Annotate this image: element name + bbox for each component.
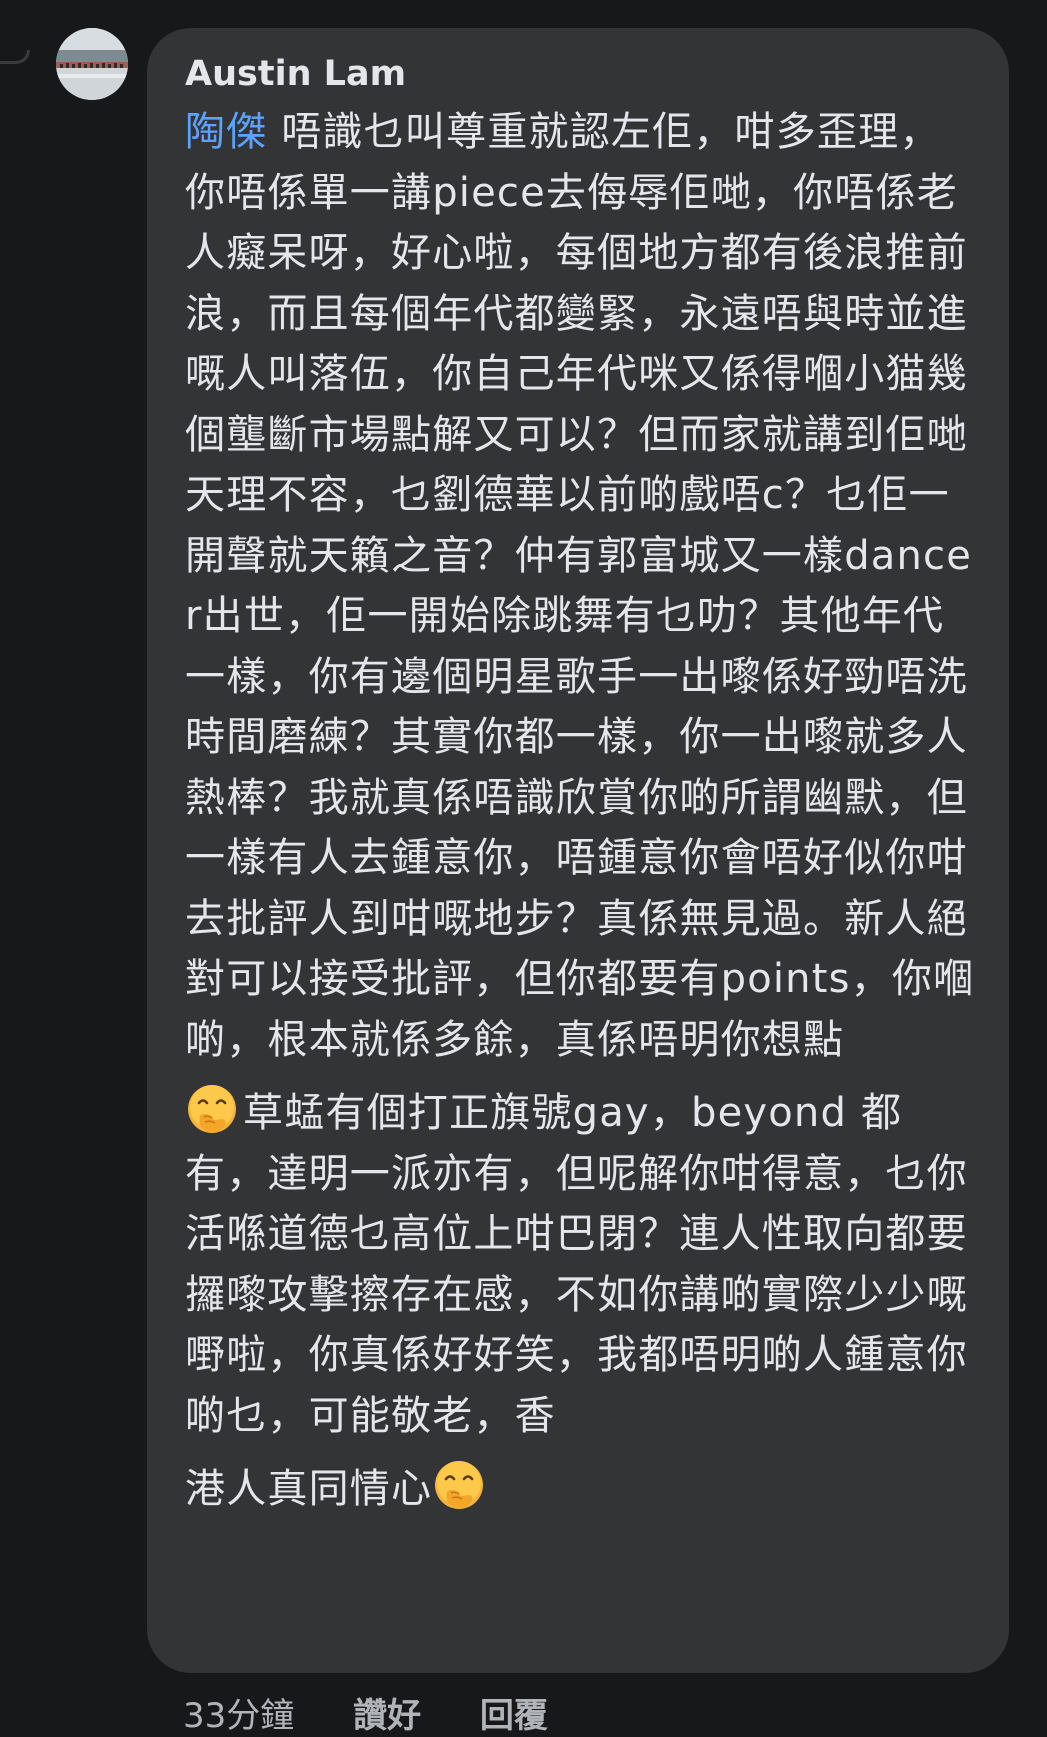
- comment-timestamp[interactable]: 33分鐘: [183, 1696, 294, 1736]
- comment-paragraph-3: 港人真同情心: [185, 1458, 977, 1520]
- face-with-hand-over-mouth-icon: [185, 1082, 239, 1136]
- comment-paragraph-1: 陶傑 唔識乜叫尊重就認左佢，咁多歪理，你唔係單一講piece去侮辱佢哋，你唔係老…: [185, 102, 977, 1070]
- avatar[interactable]: [56, 28, 128, 100]
- comment-text-3: 港人真同情心: [185, 1466, 433, 1512]
- face-with-hand-over-mouth-icon: [432, 1458, 486, 1512]
- mention-tag[interactable]: 陶傑: [185, 109, 267, 155]
- thread-connector-line: [0, 50, 30, 64]
- comment-author-name[interactable]: Austin Lam: [185, 50, 977, 98]
- comment-bubble: Austin Lam 陶傑 唔識乜叫尊重就認左佢，咁多歪理，你唔係單一講piec…: [147, 28, 1009, 1673]
- comment-paragraph-2: 草蜢有個打正旗號gay，beyond 都有，達明一派亦有，但呢解你咁得意，乜你活…: [185, 1082, 977, 1446]
- comment-text-2: 草蜢有個打正旗號gay，beyond 都有，達明一派亦有，但呢解你咁得意，乜你活…: [185, 1090, 968, 1439]
- comment-text-1: 唔識乜叫尊重就認左佢，咁多歪理，你唔係單一講piece去侮辱佢哋，你唔係老人癡呆…: [185, 109, 975, 1063]
- avatar-image: [56, 28, 128, 100]
- reply-button[interactable]: 回覆: [480, 1696, 548, 1736]
- like-button[interactable]: 讚好: [353, 1696, 421, 1736]
- comment-actions: 33分鐘 讚好 回覆: [183, 1688, 596, 1736]
